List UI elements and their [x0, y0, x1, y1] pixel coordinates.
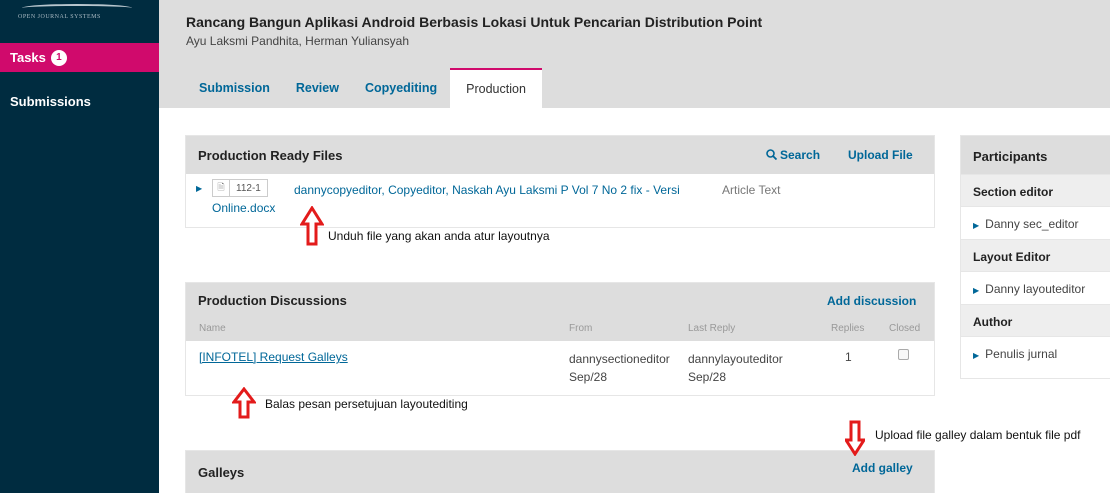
column-closed: Closed [889, 323, 921, 334]
from-user: dannysectioneditor [569, 352, 670, 366]
tab-copyediting[interactable]: Copyediting [352, 68, 450, 108]
file-row: ▶ dannycopyeditor, Copyeditor, Naskah Ay… [186, 174, 934, 224]
column-from: From [569, 323, 593, 334]
annotation-upload-galley: Upload file galley dalam bentuk file pdf [875, 428, 1081, 442]
galleys-header: Galleys Add galley [186, 451, 934, 493]
search-label: Search [780, 148, 821, 162]
expand-arrow-icon: ▶ [973, 286, 980, 295]
sidebar: OPEN JOURNAL SYSTEMS Tasks 1 Submissions [0, 0, 159, 493]
panel-title: Production Discussions [198, 293, 347, 308]
galleys-panel: Galleys Add galley [185, 450, 935, 493]
table-row: [INFOTEL] Request Galleys dannysectioned… [186, 341, 934, 395]
up-arrow-annotation-icon [300, 206, 324, 246]
production-ready-files-panel: Production Ready Files Search Upload Fil… [185, 135, 935, 228]
production-discussions-panel: Production Discussions Add discussion Na… [185, 282, 935, 396]
participants-panel: Participants Section editor ▶ Danny sec_e… [960, 135, 1110, 379]
column-last-reply: Last Reply [688, 323, 736, 334]
participant-item[interactable]: ▶ Danny layouteditor [961, 271, 1110, 304]
expand-arrow-icon: ▶ [973, 351, 980, 360]
column-replies: Replies [831, 323, 865, 334]
discussion-from: dannysectioneditor Sep/28 [569, 350, 670, 386]
last-user: dannylayouteditor [688, 352, 783, 366]
participant-item[interactable]: ▶ Penulis jurnal [961, 336, 1110, 369]
last-date: Sep/28 [688, 370, 727, 384]
panel-title: Production Ready Files [198, 147, 343, 163]
tasks-menu-item[interactable]: Tasks 1 [0, 43, 159, 72]
participant-name: Penulis jurnal [985, 347, 1058, 361]
search-button[interactable]: Search [766, 148, 820, 162]
logo-text: OPEN JOURNAL SYSTEMS [18, 14, 101, 20]
document-icon: 🗎 [212, 179, 230, 197]
role-layout-editor: Layout Editor [961, 239, 1110, 271]
tab-submission[interactable]: Submission [186, 68, 283, 108]
participant-item[interactable]: ▶ Danny sec_editor [961, 206, 1110, 239]
workflow-tabs: Submission Review Copyediting Production [186, 68, 542, 108]
participants-title: Participants [961, 136, 1110, 174]
participant-name: Danny layouteditor [985, 282, 1086, 296]
tasks-label: Tasks [10, 50, 46, 65]
up-arrow-annotation-icon [232, 387, 256, 419]
tasks-count-badge: 1 [50, 49, 67, 66]
search-icon [766, 149, 778, 161]
role-section-editor: Section editor [961, 174, 1110, 206]
annotation-download: Unduh file yang akan anda atur layoutnya [328, 229, 550, 243]
role-author: Author [961, 304, 1110, 336]
file-id: 112-1 [230, 179, 268, 197]
participant-name: Danny sec_editor [985, 217, 1079, 231]
ojs-logo[interactable]: OPEN JOURNAL SYSTEMS [0, 0, 159, 43]
panel-title: Galleys [198, 465, 245, 480]
sidebar-item-submissions[interactable]: Submissions [0, 72, 159, 109]
file-type: Article Text [722, 183, 781, 197]
discussion-replies: 1 [845, 350, 852, 364]
expand-arrow-icon[interactable]: ▶ [196, 184, 202, 193]
discussion-title-link[interactable]: [INFOTEL] Request Galleys [199, 350, 348, 364]
submission-header: Rancang Bangun Aplikasi Android Berbasis… [159, 0, 1110, 108]
closed-checkbox[interactable] [898, 349, 909, 360]
tab-production[interactable]: Production [450, 68, 542, 108]
production-discussions-header: Production Discussions Add discussion Na… [186, 283, 934, 341]
annotation-reply: Balas pesan persetujuan layoutediting [265, 397, 468, 411]
column-name: Name [199, 323, 226, 334]
add-discussion-button[interactable]: Add discussion [827, 294, 916, 308]
tab-review[interactable]: Review [283, 68, 352, 108]
discussion-last-reply: dannylayouteditor Sep/28 [688, 350, 783, 386]
submission-title: Rancang Bangun Aplikasi Android Berbasis… [186, 14, 763, 30]
upload-file-button[interactable]: Upload File [848, 148, 913, 162]
production-ready-files-header: Production Ready Files Search Upload Fil… [186, 136, 934, 174]
submission-authors: Ayu Laksmi Pandhita, Herman Yuliansyah [186, 34, 410, 48]
logo-swoosh-icon [22, 4, 132, 12]
down-arrow-annotation-icon [845, 420, 865, 456]
from-date: Sep/28 [569, 370, 608, 384]
add-galley-button[interactable]: Add galley [852, 461, 913, 475]
file-name-link[interactable]: dannycopyeditor, Copyeditor, Naskah Ayu … [212, 181, 712, 217]
expand-arrow-icon: ▶ [973, 221, 980, 230]
